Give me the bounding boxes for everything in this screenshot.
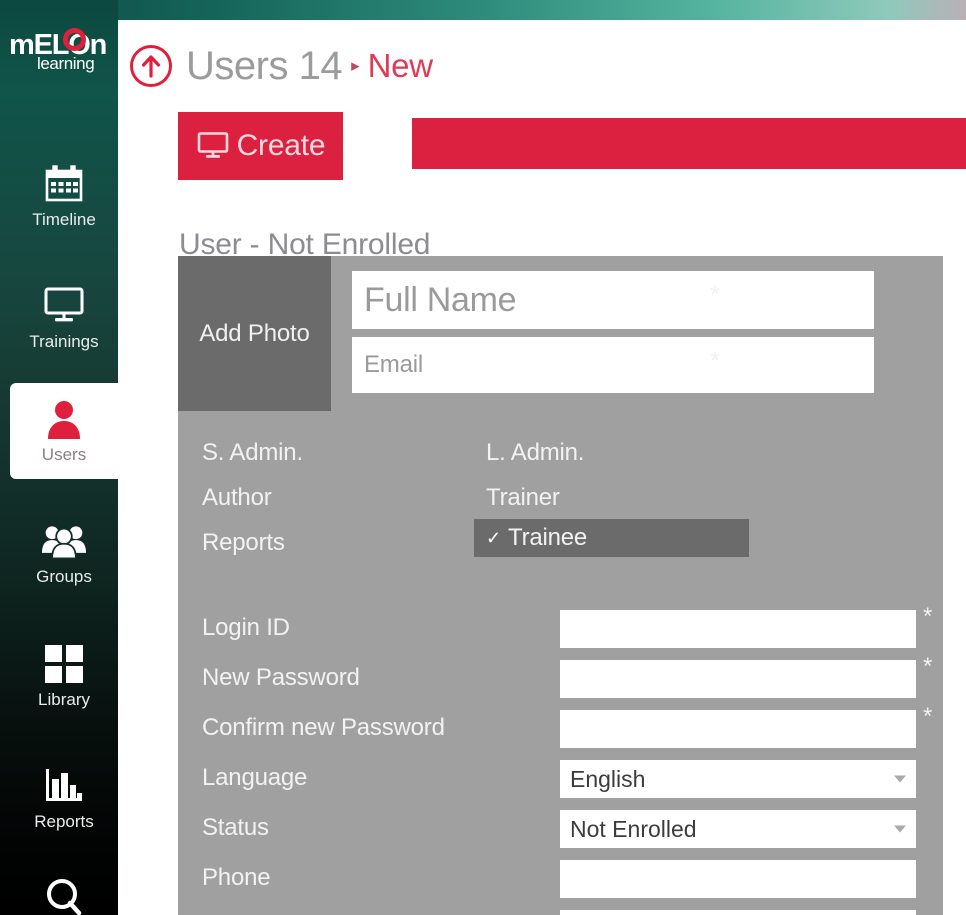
app-root: mELOn learning Timeline Trainings Users …: [0, 0, 966, 915]
breadcrumb-current: New: [367, 47, 433, 84]
role-option-trainer[interactable]: Trainer: [486, 478, 761, 518]
role-option-l-admin[interactable]: L. Admin.: [486, 433, 761, 473]
sidebar-item-timeline[interactable]: Timeline: [10, 148, 118, 244]
sidebar-item-label: Library: [38, 690, 90, 709]
field-label: New Password: [202, 664, 360, 691]
full-name-input[interactable]: [352, 271, 874, 329]
field-row-new-password: New Password *: [178, 653, 943, 703]
main-content: Users 14 ▸ New Create User - Not Enrolle…: [118, 20, 966, 915]
sidebar-item-label: Timeline: [32, 210, 96, 229]
sidebar-item-label: Reports: [34, 812, 94, 831]
breadcrumb: Users 14 ▸ New: [130, 42, 433, 90]
field-value: English: [570, 765, 646, 792]
field-row-login-id: Login ID *: [178, 603, 943, 653]
user-icon: [42, 397, 86, 441]
phone-input[interactable]: [560, 860, 916, 898]
monitor-icon: [196, 131, 230, 161]
arrow-up-circle-icon[interactable]: [130, 45, 172, 87]
create-button[interactable]: Create: [178, 112, 343, 180]
role-option-s-admin[interactable]: S. Admin.: [202, 433, 462, 473]
field-row-status: Status Not Enrolled: [178, 803, 943, 853]
action-toolbar: Create: [178, 112, 966, 180]
logo-tagline: learning: [37, 54, 95, 73]
toolbar-actions-strip[interactable]: [412, 118, 966, 169]
role-option-trainee[interactable]: ✓ Trainee: [474, 519, 749, 557]
sidebar-item-users[interactable]: Users: [10, 383, 118, 479]
bar-chart-icon: [42, 764, 86, 808]
role-option-author[interactable]: Author: [202, 478, 462, 518]
add-photo-label: Add Photo: [199, 319, 310, 347]
required-asterisk: *: [710, 281, 720, 309]
role-label: Reports: [202, 529, 285, 556]
search-icon: [42, 874, 86, 915]
sidebar: mELOn learning Timeline Trainings Users …: [0, 0, 118, 915]
field-label: Language: [202, 764, 308, 791]
add-photo-button[interactable]: Add Photo: [178, 256, 331, 411]
role-label: S. Admin.: [202, 439, 303, 466]
field-row-confirm-new-password: Confirm new Password *: [178, 703, 943, 753]
job-input[interactable]: [560, 910, 916, 915]
field-label: Phone: [202, 864, 271, 891]
sidebar-item-label: Trainings: [29, 332, 99, 351]
field-value: Not Enrolled: [570, 815, 697, 842]
email-input[interactable]: [352, 337, 874, 393]
identity-fields: [352, 256, 874, 393]
role-label: L. Admin.: [486, 439, 585, 466]
brand-logo: mELOn learning: [0, 26, 118, 82]
calendar-icon: [42, 162, 86, 206]
chevron-down-icon: [894, 825, 906, 833]
monitor-icon: [42, 284, 86, 328]
sidebar-item-search[interactable]: [10, 868, 118, 915]
field-row-language: Language English: [178, 753, 943, 803]
required-asterisk: *: [923, 603, 933, 630]
required-asterisk: *: [710, 347, 720, 375]
role-label: Trainee: [508, 524, 588, 551]
status-select[interactable]: Not Enrolled: [560, 810, 916, 848]
logo-o-ring-icon: [63, 28, 86, 51]
check-icon: ✓: [486, 528, 502, 548]
sidebar-item-label: Users: [41, 445, 87, 464]
field-label: Status: [202, 814, 269, 841]
breadcrumb-parent[interactable]: Users 14: [186, 44, 343, 88]
sidebar-item-library[interactable]: Library: [10, 628, 118, 724]
language-select[interactable]: English: [560, 760, 916, 798]
detail-fields: Login ID * New Password * Confirm new Pa…: [178, 603, 943, 915]
sidebar-item-trainings[interactable]: Trainings: [10, 270, 118, 366]
confirm-new-password-input[interactable]: [560, 710, 916, 748]
sidebar-item-reports[interactable]: Reports: [10, 750, 118, 846]
user-form-panel: Add Photo * * S. Admin. L. Admin. Author: [178, 256, 943, 915]
group-icon: [42, 519, 86, 563]
required-asterisk: *: [923, 653, 933, 680]
sidebar-item-groups[interactable]: Groups: [10, 505, 118, 601]
grid-icon: [42, 642, 86, 686]
role-label: Author: [202, 484, 272, 511]
role-label: Trainer: [486, 484, 560, 511]
required-asterisk: *: [923, 703, 933, 730]
field-label: Login ID: [202, 614, 290, 641]
field-label: Confirm new Password: [202, 714, 445, 741]
breadcrumb-separator-icon: ▸: [351, 56, 360, 75]
field-row-phone: Phone: [178, 853, 943, 903]
sidebar-item-label: Groups: [36, 567, 92, 586]
create-button-label: Create: [236, 129, 326, 162]
role-option-reports[interactable]: Reports: [202, 523, 462, 563]
login-id-input[interactable]: [560, 610, 916, 648]
chevron-down-icon: [894, 775, 906, 783]
new-password-input[interactable]: [560, 660, 916, 698]
top-gradient-bar: [0, 0, 966, 20]
field-row-job: Job: [178, 903, 943, 915]
